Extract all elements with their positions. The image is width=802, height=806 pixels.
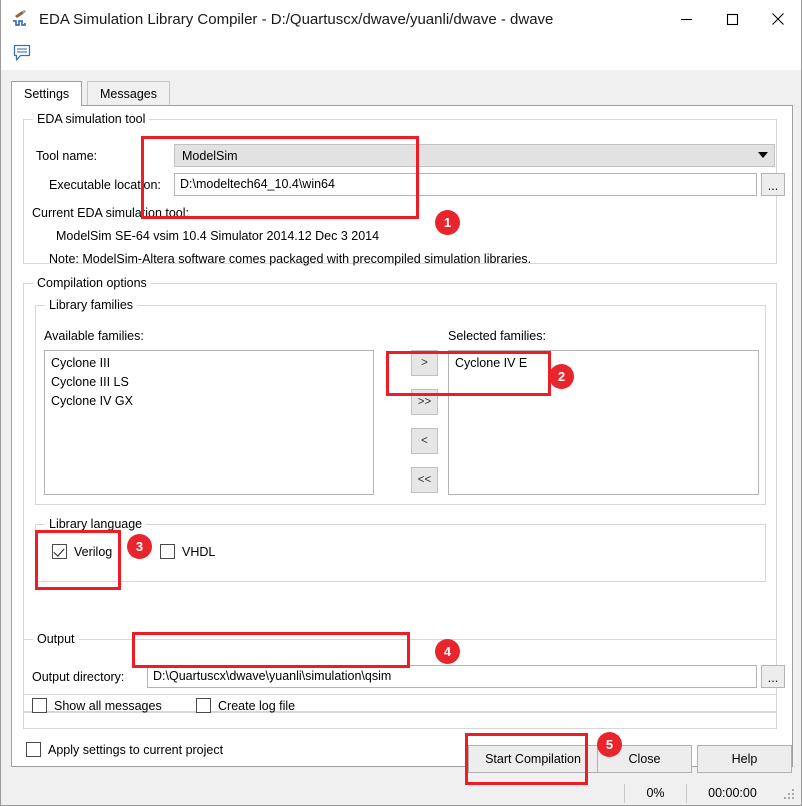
output-browse-button[interactable]: ... [761,665,785,688]
tab-messages-label: Messages [100,87,157,101]
window-controls [663,0,801,38]
start-compilation-button[interactable]: Start Compilation [468,745,598,773]
list-item[interactable]: Cyclone IV E [449,354,758,373]
show-all-messages-checkbox[interactable]: Show all messages [32,698,162,713]
library-families-legend: Library families [45,298,138,312]
progress-percent: 0% [624,783,686,803]
current-eda-tool-label: Current EDA simulation tool: [32,206,190,220]
annotation-badge-2: 2 [549,364,574,389]
tool-name-combo[interactable]: ModelSim [174,144,775,167]
annotation-badge-1: 1 [435,210,460,235]
tab-settings-label: Settings [24,87,70,101]
executable-browse-button[interactable]: ... [761,173,785,196]
resize-grip-icon[interactable] [782,785,798,801]
checkbox-box [52,544,67,559]
move-left-button[interactable]: < [411,428,438,454]
verilog-label: Verilog [74,544,113,559]
annotation-badge-3: 3 [127,534,152,559]
checkbox-box [160,544,175,559]
output-section: Output Output directory: D:\Quartuscx\dw… [23,632,785,729]
checkbox-box [32,698,47,713]
selected-families-listbox[interactable]: Cyclone IV E [448,350,759,495]
elapsed-time: 00:00:00 [686,783,778,803]
status-bar: 0% 00:00:00 [1,781,801,805]
checkbox-box [26,742,41,757]
application-window: EDA Simulation Library Compiler - D:/Qua… [0,0,802,806]
vhdl-label: VHDL [182,544,216,559]
client-area: Settings Messages EDA simulation tool To… [1,70,801,805]
tool-name-label: Tool name: [36,149,98,163]
compiler-icon [11,9,31,29]
window-title: EDA Simulation Library Compiler - D:/Qua… [39,10,554,28]
apply-settings-label: Apply settings to current project [48,742,224,757]
tool-name-value: ModelSim [182,148,238,163]
compilation-options-group: Compilation options Library families Ava… [23,276,777,695]
checkbox-box [196,698,211,713]
tab-strip: Settings Messages [11,81,793,106]
show-all-messages-label: Show all messages [54,698,162,713]
tab-settings[interactable]: Settings [11,81,83,106]
create-log-file-checkbox[interactable]: Create log file [196,698,295,713]
executable-location-input[interactable]: D:\modeltech64_10.4\win64 [174,173,757,196]
tab-messages[interactable]: Messages [87,81,170,106]
current-eda-tool-value: ModelSim SE-64 vsim 10.4 Simulator 2014.… [56,229,380,243]
minimize-icon[interactable] [663,0,709,38]
annotation-badge-4: 4 [435,639,460,664]
selected-families-label: Selected families: [448,329,546,343]
annotation-badge-5: 5 [597,732,622,757]
eda-simulation-tool-group: EDA simulation tool Tool name: ModelSim … [23,112,785,266]
verilog-checkbox[interactable]: Verilog [52,544,112,559]
list-item[interactable]: Cyclone III LS [45,373,373,392]
list-item[interactable]: Cyclone III [45,354,373,373]
settings-panel: EDA simulation tool Tool name: ModelSim … [11,105,793,767]
output-directory-label: Output directory: [32,670,125,684]
chevron-down-icon [752,152,774,159]
eda-tool-note: Note: ModelSim-Altera software comes pac… [49,252,532,266]
available-families-label: Available families: [44,329,144,343]
list-item[interactable]: Cyclone IV GX [45,392,373,411]
move-all-right-button[interactable]: >> [411,389,438,415]
apply-settings-checkbox[interactable]: Apply settings to current project [26,742,223,757]
output-directory-input[interactable]: D:\Quartuscx\dwave\yuanli\simulation\qsi… [147,665,757,688]
move-right-button[interactable]: > [411,350,438,376]
message-bubble-icon[interactable] [11,42,33,64]
maximize-icon[interactable] [709,0,755,38]
tool-strip [1,38,801,70]
close-icon[interactable] [755,0,801,38]
library-language-legend: Library language [45,517,147,531]
available-families-listbox[interactable]: Cyclone III Cyclone III LS Cyclone IV GX [44,350,374,495]
move-all-left-button[interactable]: << [411,467,438,493]
executable-location-label: Executable location: [49,178,161,192]
create-log-file-label: Create log file [218,698,296,713]
library-families-group: Library families Available families: Cyc… [35,298,766,505]
help-button[interactable]: Help [697,745,792,773]
title-bar: EDA Simulation Library Compiler - D:/Qua… [1,0,801,38]
vhdl-checkbox[interactable]: VHDL [160,544,215,559]
output-legend: Output [33,632,79,646]
eda-simulation-tool-legend: EDA simulation tool [33,112,150,126]
compilation-options-legend: Compilation options [33,276,151,290]
